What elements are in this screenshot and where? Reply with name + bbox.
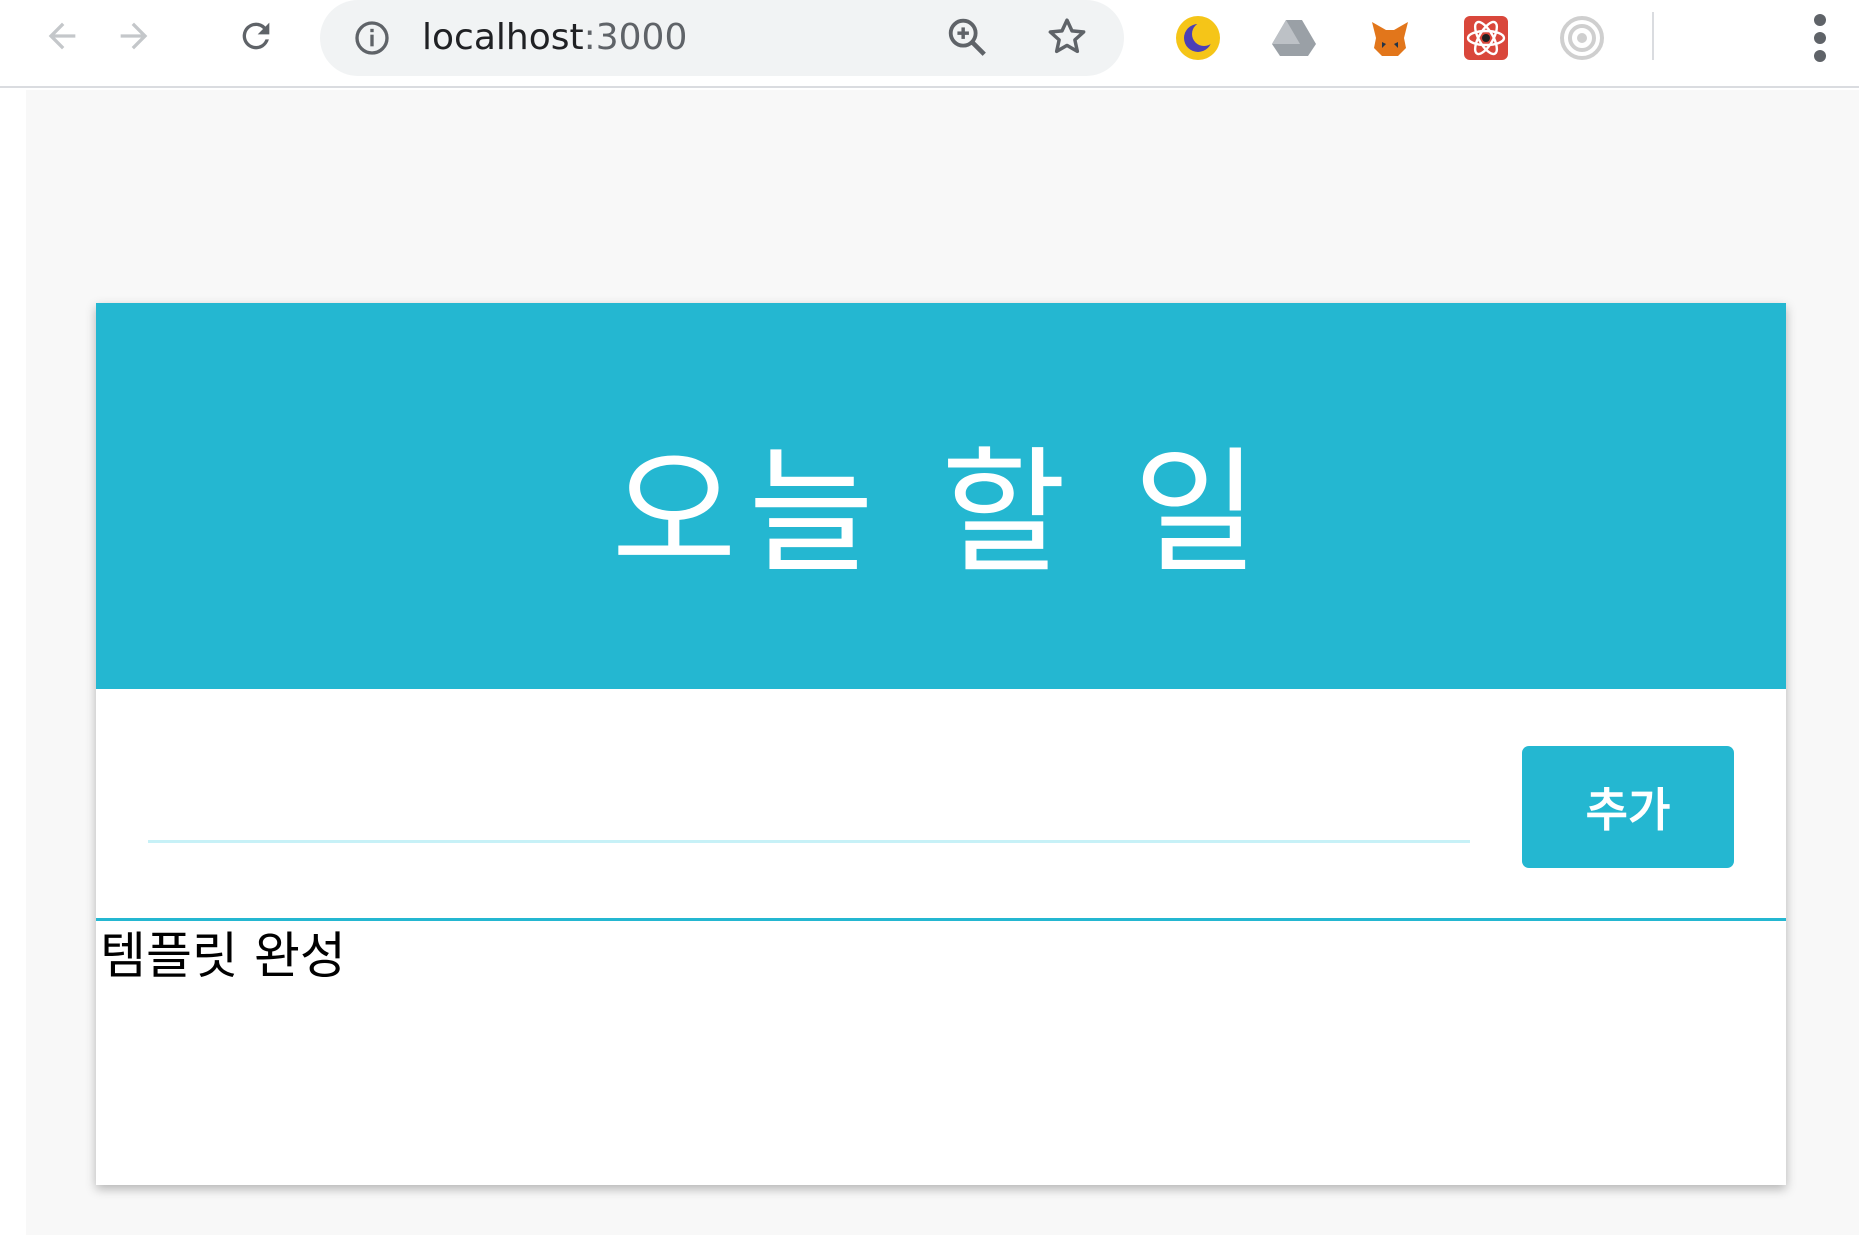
- page-viewport: 오늘 할 일 추가 템플릿 완성: [26, 90, 1859, 1235]
- react-devtools-icon: [1464, 16, 1508, 60]
- moon-extension-button[interactable]: [1172, 12, 1224, 64]
- address-bar[interactable]: localhost:3000: [320, 0, 1124, 76]
- browser-toolbar: localhost:3000: [0, 0, 1859, 88]
- page-title: 오늘 할 일: [611, 434, 1271, 593]
- drive-extension-icon: [1272, 20, 1316, 56]
- forward-button[interactable]: [108, 10, 160, 62]
- drive-extension-button[interactable]: [1268, 12, 1320, 64]
- url-host: localhost: [422, 17, 584, 58]
- react-devtools-extension-button[interactable]: [1460, 12, 1512, 64]
- arrow-right-icon: [120, 22, 148, 50]
- target-extension-icon: [1560, 16, 1604, 60]
- target-extension-button[interactable]: [1556, 12, 1608, 64]
- todo-item[interactable]: 템플릿 완성: [100, 923, 1780, 989]
- star-icon[interactable]: [1044, 14, 1090, 60]
- metamask-extension-button[interactable]: [1364, 12, 1416, 64]
- todo-list: 템플릿 완성: [100, 923, 1780, 989]
- three-dots-menu-icon[interactable]: [1800, 10, 1840, 66]
- zoom-in-icon[interactable]: [944, 14, 990, 60]
- todo-input[interactable]: [148, 773, 1470, 843]
- toolbar-divider: [1652, 12, 1654, 60]
- back-button[interactable]: [36, 10, 88, 62]
- moon-extension-icon: [1176, 16, 1220, 60]
- todo-header: 오늘 할 일: [96, 303, 1786, 689]
- arrow-left-icon: [48, 22, 76, 50]
- url-port: :3000: [583, 17, 688, 58]
- info-icon[interactable]: [352, 18, 392, 58]
- reload-icon: [242, 22, 270, 50]
- add-button[interactable]: 추가: [1522, 746, 1734, 868]
- url-text: localhost:3000: [422, 12, 687, 64]
- reload-button[interactable]: [230, 10, 282, 62]
- list-divider: [96, 918, 1786, 921]
- metamask-fox-icon: [1372, 22, 1408, 56]
- todo-card: 오늘 할 일 추가 템플릿 완성: [96, 303, 1786, 1185]
